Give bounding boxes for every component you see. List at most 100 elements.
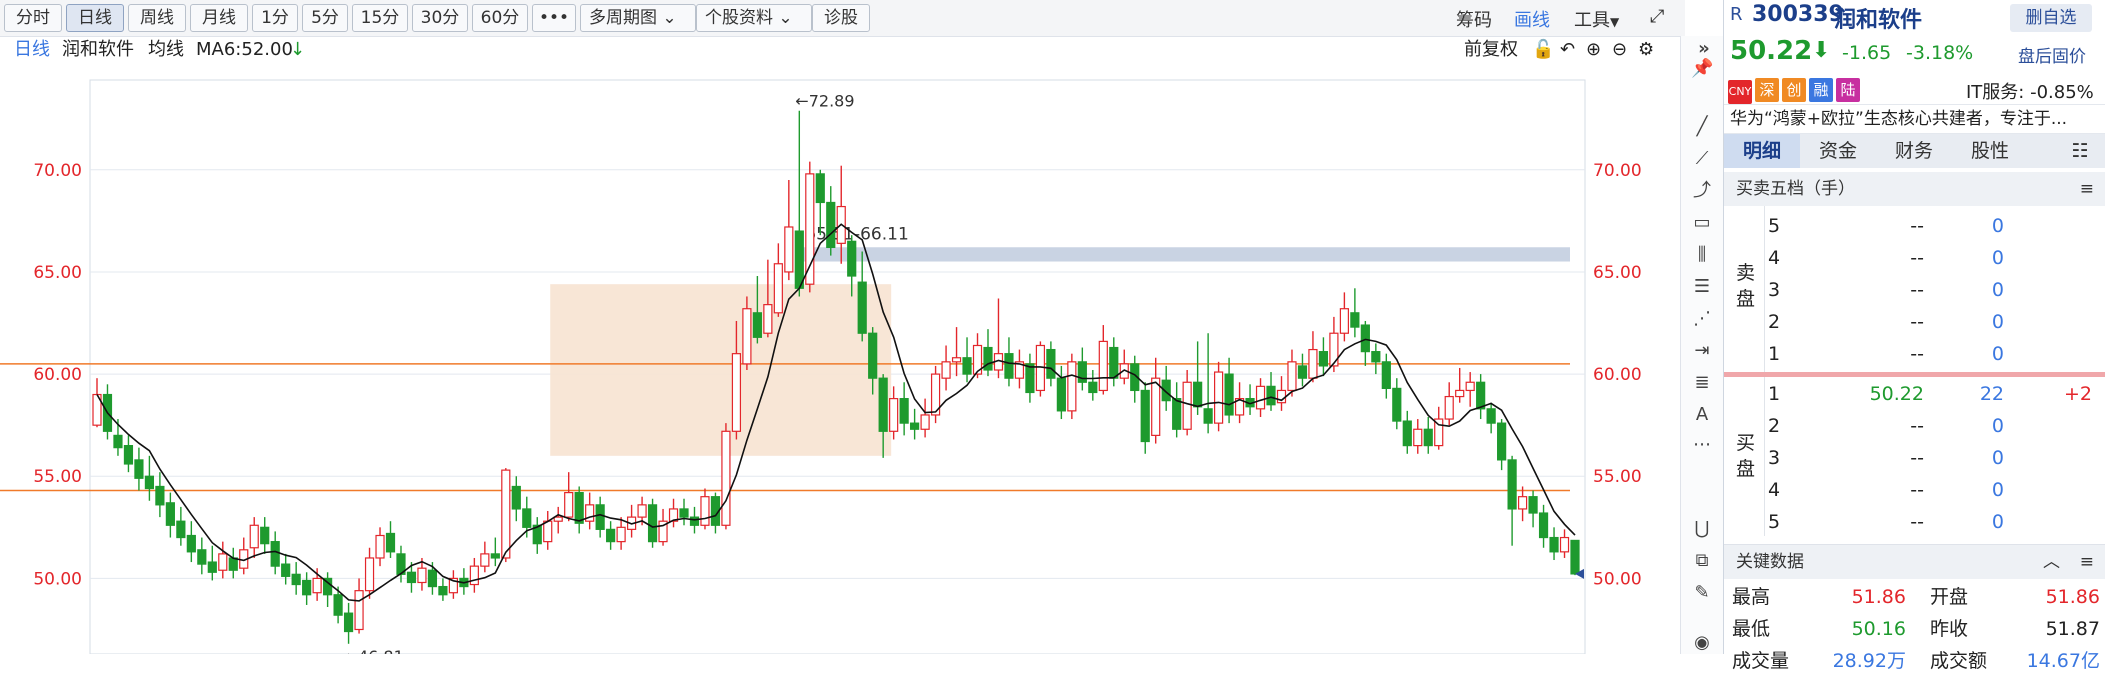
remove-watchlist-button[interactable]: 删自选	[2010, 4, 2092, 32]
multi-period-dropdown[interactable]: 多周期图 ⌄	[580, 4, 696, 32]
settings-gear-icon[interactable]: ⚙	[1638, 36, 1654, 64]
quote-panel: R 300339 润和软件 删自选 50.22 ⬇ -1.65 -3.18% 盘…	[1723, 0, 2105, 672]
tab-finance[interactable]: 财务	[1876, 134, 1952, 168]
tools-dropdown[interactable]: 工具▼	[1574, 6, 1619, 32]
candle-body	[385, 532, 396, 553]
tab-5min[interactable]: 5分	[302, 4, 348, 32]
diagnose-button[interactable]: 诊股	[812, 4, 870, 32]
candle-body	[197, 549, 207, 565]
magnet-icon[interactable]: ⋃	[1691, 518, 1713, 540]
eraser-icon[interactable]: ✎	[1691, 582, 1713, 604]
tab-daily[interactable]: 日线	[66, 4, 124, 32]
tag-connect[interactable]: 陆	[1836, 78, 1860, 102]
chevron-down-icon: ⌄	[778, 8, 793, 28]
bid-price: --	[1910, 479, 1924, 501]
ask-row[interactable]: 3 -- 0	[1724, 274, 2105, 306]
eye-icon[interactable]: ◉	[1691, 632, 1713, 654]
collapse-up-icon[interactable]: ︿	[2043, 545, 2060, 579]
more-tools-icon[interactable]: ⋯	[1691, 434, 1713, 456]
key-value: 14.67亿	[2026, 650, 2100, 672]
stock-name: 润和软件	[1834, 8, 1923, 33]
tab-1min[interactable]: 1分	[252, 4, 298, 32]
zoom-out-icon[interactable]: ⊖	[1612, 36, 1627, 64]
draw-line-button[interactable]: 画线	[1514, 6, 1550, 32]
tab-stock-nature[interactable]: 股性	[1952, 134, 2028, 168]
bid-row[interactable]: 2 -- 0	[1724, 410, 2105, 442]
candle-body	[773, 263, 783, 314]
candle-body	[889, 398, 899, 432]
rect-tool-icon[interactable]: ▭	[1691, 212, 1713, 234]
candle-body	[1476, 381, 1486, 410]
ask-price: --	[1910, 311, 1924, 333]
bid-row[interactable]: 1 50.22 22 +2	[1724, 378, 2105, 410]
menu-icon[interactable]: ≡	[2080, 545, 2094, 579]
bid-volume: 0	[1991, 511, 2004, 533]
ask-row[interactable]: 1 -- 0	[1724, 338, 2105, 370]
candle-body	[228, 557, 238, 571]
menu-icon[interactable]: ≡	[2080, 172, 2094, 206]
candle-body	[920, 414, 930, 430]
candle-body	[333, 594, 343, 616]
text-tool-icon[interactable]: A	[1691, 404, 1713, 426]
bid-row[interactable]: 4 -- 0	[1724, 474, 2105, 506]
candle-body	[1455, 389, 1465, 398]
kline-chart[interactable]: 70.00 70.00 65.00 65.00 60.00 60.00 55.00 55.00…	[0, 64, 1680, 666]
adjust-mode-button[interactable]: 前复权	[1464, 36, 1518, 64]
candle-body	[742, 308, 752, 365]
tag-chinext[interactable]: 创	[1782, 78, 1806, 102]
tag-margin[interactable]: 融	[1809, 78, 1833, 102]
parallel-tool-icon[interactable]: ⫼	[1691, 244, 1713, 266]
tab-60min[interactable]: 60分	[472, 4, 528, 32]
channel-tool-icon[interactable]: ☰	[1691, 276, 1713, 298]
lock-icon[interactable]: 🔓	[1532, 36, 1554, 64]
ask-price: --	[1910, 343, 1924, 365]
ask-row[interactable]: 4 -- 0	[1724, 242, 2105, 274]
ask-row[interactable]: 2 -- 0	[1724, 306, 2105, 338]
fullscreen-icon[interactable]: ⤢	[1650, 6, 1664, 27]
fan-tool-icon[interactable]: ⋰	[1691, 308, 1713, 330]
bid-row[interactable]: 5 -- 0	[1724, 506, 2105, 538]
tab-15min[interactable]: 15分	[352, 4, 408, 32]
after-hours-label[interactable]: 盘后固价	[2018, 42, 2086, 67]
grid-layout-icon[interactable]: ☷	[2054, 134, 2105, 168]
candle-body	[574, 491, 584, 524]
more-periods-button[interactable]: •••	[532, 4, 576, 32]
undo-icon[interactable]: ↶	[1560, 36, 1575, 64]
tab-detail[interactable]: 明细	[1724, 134, 1800, 168]
collapse-right-icon[interactable]: »	[1693, 38, 1715, 60]
industry-change[interactable]: IT服务: -0.85%	[1966, 78, 2094, 104]
tab-monthly[interactable]: 月线	[190, 4, 248, 32]
legend-period[interactable]: 日线	[14, 36, 50, 64]
stock-info-dropdown[interactable]: 个股资料 ⌄	[696, 4, 812, 32]
zoom-in-icon[interactable]: ⊕	[1586, 36, 1601, 64]
ray-tool-icon[interactable]: ⤴	[1691, 180, 1713, 202]
tag-shenzhen[interactable]: 深	[1755, 78, 1779, 102]
candle-body	[165, 502, 175, 526]
chart-legend: 日线 润和软件 均线 MA6:52.00 ↓ 前复权 🔓 ↶ ⊕ ⊖ ⚙	[0, 36, 1680, 64]
candle-body	[637, 504, 647, 518]
line-tool-icon[interactable]: ╱	[1691, 116, 1713, 138]
candle-body	[1392, 387, 1402, 422]
candle-body	[1570, 539, 1580, 575]
candle-body	[375, 534, 385, 559]
fib-tool-icon[interactable]: ≣	[1691, 372, 1713, 394]
copy-icon[interactable]: ⧉	[1691, 550, 1713, 572]
tab-weekly[interactable]: 周线	[128, 4, 186, 32]
pin-icon[interactable]: 📌	[1691, 58, 1713, 80]
segment-tool-icon[interactable]: ⟋	[1691, 148, 1713, 170]
candle-body	[962, 357, 972, 375]
news-ticker[interactable]: 华为“鸿蒙+欧拉”生态核心共建者，专注于...	[1724, 104, 2105, 134]
tab-30min[interactable]: 30分	[412, 4, 468, 32]
bid-volume: 0	[1991, 447, 2004, 469]
tag-cny[interactable]: CNY	[1728, 80, 1752, 104]
measure-tool-icon[interactable]: ⇥	[1691, 340, 1713, 362]
candle-body	[1297, 365, 1308, 379]
legend-ma-label[interactable]: 均线	[148, 36, 184, 64]
candle-body	[438, 585, 448, 596]
ask-row[interactable]: 5 -- 0	[1724, 210, 2105, 242]
candle-body	[354, 590, 364, 631]
tab-capital[interactable]: 资金	[1800, 134, 1876, 168]
bid-row[interactable]: 3 -- 0	[1724, 442, 2105, 474]
tab-intraday[interactable]: 分时	[4, 4, 62, 32]
chips-button[interactable]: 筹码	[1456, 6, 1492, 32]
